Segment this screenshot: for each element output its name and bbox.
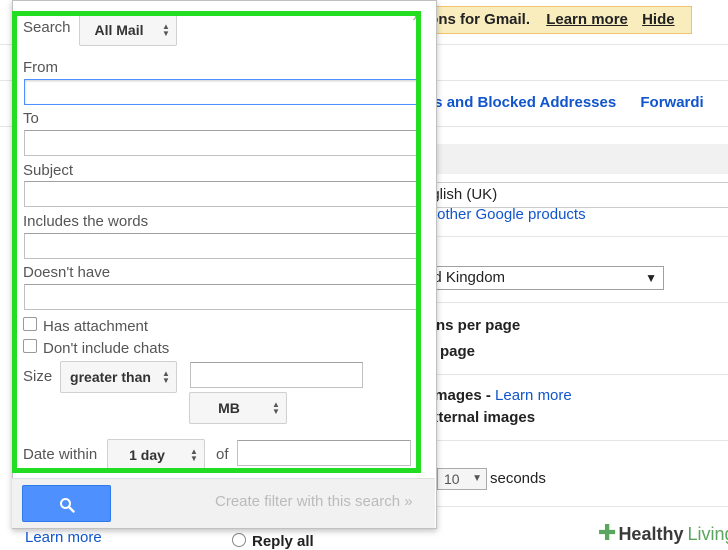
divider xyxy=(420,302,728,303)
conversations-per-page-label: ns per page xyxy=(436,317,521,334)
reply-all-label: Reply all xyxy=(252,533,314,550)
create-filter-link[interactable]: Create filter with this search » xyxy=(215,493,413,510)
dropdown-arrow-icon: ▼ xyxy=(472,473,482,484)
radio-icon[interactable] xyxy=(232,533,246,547)
highlight-frame xyxy=(12,11,421,473)
dropdown-arrow-icon: ▼ xyxy=(645,271,657,285)
watermark-brand-a: Healthy xyxy=(618,524,684,544)
banner-text: ions for Gmail. xyxy=(425,11,531,28)
settings-tabs: ers and Blocked Addresses Forwardi xyxy=(420,94,724,111)
plus-logo-icon: ✚ xyxy=(598,520,617,545)
external-images-label: xternal images xyxy=(430,409,536,426)
undo-send-seconds-select[interactable]: 10 ▼ xyxy=(437,468,487,490)
language-other-products-link[interactable]: r other Google products xyxy=(428,206,586,223)
images-label: images - xyxy=(430,387,496,404)
seconds-label: seconds xyxy=(490,470,546,487)
reply-all-option[interactable]: Reply all xyxy=(232,533,314,550)
tab-forwarding[interactable]: Forwardi xyxy=(640,94,703,111)
images-learn-more-link[interactable]: Learn more xyxy=(495,387,572,404)
learn-more-link[interactable]: Learn more xyxy=(25,529,102,546)
settings-header-row xyxy=(420,144,728,174)
healthy-living-watermark: ✚HealthyLiving xyxy=(596,519,728,546)
search-icon xyxy=(60,498,75,513)
images-setting: images - Learn more xyxy=(430,387,572,404)
tab-filters[interactable]: ers and Blocked Addresses xyxy=(420,94,616,111)
banner-hide-link[interactable]: Hide xyxy=(642,11,675,28)
divider xyxy=(420,374,728,375)
notification-banner: ions for Gmail. Learn more Hide xyxy=(420,6,692,34)
banner-learn-more-link[interactable]: Learn more xyxy=(546,11,628,28)
seconds-value: 10 xyxy=(444,471,460,487)
country-select[interactable]: ed Kingdom ▼ xyxy=(420,266,664,290)
divider xyxy=(420,506,728,507)
search-button[interactable] xyxy=(22,485,111,522)
watermark-brand-b: Living xyxy=(687,524,728,544)
divider xyxy=(420,440,728,441)
language-select[interactable]: nglish (UK) xyxy=(420,182,728,208)
divider xyxy=(420,236,728,237)
